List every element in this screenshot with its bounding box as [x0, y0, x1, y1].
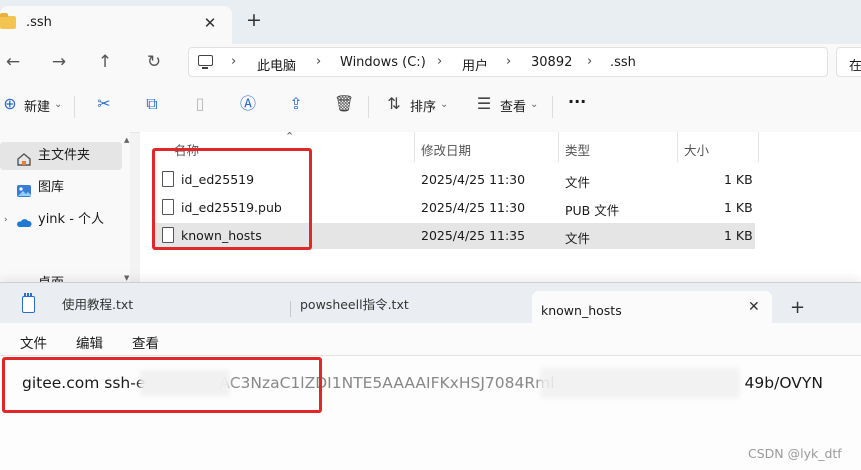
- forward-arrow-icon[interactable]: →: [46, 50, 72, 74]
- column-divider[interactable]: [758, 132, 759, 162]
- more-options-icon[interactable]: ···: [568, 92, 586, 111]
- breadcrumb-user-folder[interactable]: 30892: [531, 55, 572, 70]
- back-arrow-icon[interactable]: ←: [0, 50, 26, 74]
- highlight-box-content: [2, 357, 322, 413]
- file-modified: 2025/4/25 11:30: [421, 200, 526, 215]
- close-tab-icon[interactable]: ✕: [748, 299, 760, 315]
- close-tab-icon[interactable]: ✕: [200, 13, 220, 33]
- onedrive-cloud-icon: [16, 213, 32, 227]
- file-modified: 2025/4/25 11:30: [421, 172, 526, 187]
- sort-button[interactable]: 排序: [410, 96, 436, 115]
- notepad-menubar: 文件 编辑 查看: [0, 323, 861, 356]
- file-size: 1 KB: [724, 200, 753, 215]
- sort-indicator-icon: ⌃: [285, 130, 295, 143]
- folder-icon: [0, 13, 16, 29]
- notepad-tab-known-hosts[interactable]: known_hosts ✕: [532, 291, 772, 323]
- notepad-tab-tutorial[interactable]: 使用教程.txt: [62, 294, 133, 320]
- column-header-modified[interactable]: 修改日期: [421, 140, 471, 159]
- sidebar-item-home[interactable]: 主文件夹: [0, 142, 122, 170]
- explorer-tab-title: .ssh: [26, 15, 52, 30]
- text-visible-end: 49b/OVYN: [744, 374, 823, 392]
- new-tab-button[interactable]: +: [244, 10, 264, 30]
- toolbar-divider: [368, 96, 369, 118]
- column-header-type[interactable]: 类型: [565, 140, 590, 159]
- new-tab-button[interactable]: +: [790, 297, 805, 318]
- sidebar-item-gallery[interactable]: 图库: [0, 174, 122, 202]
- column-header-size[interactable]: 大小: [684, 140, 709, 159]
- toolbar-divider: [74, 96, 75, 118]
- file-type: PUB 文件: [565, 203, 620, 218]
- column-divider[interactable]: [677, 132, 678, 162]
- sidebar-item-onedrive[interactable]: › yink - 个人: [0, 206, 122, 234]
- sidebar-item-label: 桌面: [38, 270, 64, 282]
- file-type: 文件: [565, 175, 591, 190]
- home-icon: [16, 149, 32, 166]
- address-bar[interactable]: › 此电脑 › Windows (C:) › 用户 › 30892 › .ssh: [188, 47, 828, 77]
- tab-divider: [290, 301, 291, 317]
- file-modified: 2025/4/25 11:35: [421, 228, 526, 243]
- notepad-tab-label: known_hosts: [541, 303, 622, 318]
- breadcrumb-separator: ›: [587, 54, 593, 69]
- breadcrumb-separator: ›: [316, 54, 322, 69]
- menu-file[interactable]: 文件: [20, 332, 47, 352]
- command-toolbar: ⊕ 新建 ⌄ ✂ ⧉ ▯ Ⓐ ⇪ 🗑 ⇅ 排序 ⌄ ☰ 查看 ⌄ ···: [0, 80, 861, 133]
- menu-view[interactable]: 查看: [132, 332, 159, 352]
- share-icon[interactable]: ⇪: [286, 94, 306, 114]
- breadcrumb-separator: ›: [506, 54, 512, 69]
- sort-icon: ⇅: [387, 94, 401, 113]
- watermark: CSDN @lyk_dtf: [748, 446, 842, 461]
- chevron-down-icon: ⌄: [54, 99, 63, 110]
- scroll-up-icon[interactable]: ▲: [124, 136, 129, 144]
- notepad-titlebar: 使用教程.txt powsheell指令.txt known_hosts ✕ +: [0, 283, 861, 323]
- copy-icon[interactable]: ⧉: [142, 94, 162, 114]
- refresh-icon[interactable]: ↻: [141, 50, 167, 74]
- view-button[interactable]: 查看: [500, 96, 526, 115]
- view-icon: ☰: [476, 94, 492, 113]
- breadcrumb-ssh[interactable]: .ssh: [610, 55, 636, 70]
- sidebar-item-label: yink - 个人: [38, 212, 105, 227]
- notepad-app-icon: [22, 293, 35, 313]
- file-size: 1 KB: [724, 228, 753, 243]
- redaction-blur: [540, 368, 740, 398]
- column-divider[interactable]: [558, 132, 559, 162]
- delete-icon[interactable]: 🗑: [334, 94, 354, 114]
- cut-icon[interactable]: ✂: [94, 94, 114, 114]
- navigation-bar: ← → ↑ ↻ › 此电脑 › Windows (C:) › 用户 › 3089…: [0, 44, 861, 80]
- chevron-down-icon: ⌄: [440, 99, 449, 110]
- navigation-pane: 主文件夹 图库 › yink - 个人 桌面: [0, 132, 130, 282]
- highlight-box-files: [152, 148, 312, 250]
- notepad-tab-powershell[interactable]: powsheell指令.txt: [300, 294, 409, 320]
- chevron-down-icon: ⌄: [530, 99, 539, 110]
- column-divider[interactable]: [414, 132, 415, 162]
- sidebar-scrollbar[interactable]: ▲ ▼: [124, 132, 130, 282]
- toolbar-divider: [552, 96, 553, 118]
- rename-icon[interactable]: Ⓐ: [238, 94, 258, 114]
- search-partial-text: 在: [849, 59, 861, 74]
- menu-edit[interactable]: 编辑: [76, 332, 103, 352]
- computer-icon: [198, 55, 213, 69]
- sidebar-item-label: 主文件夹: [38, 148, 91, 163]
- breadcrumb-separator: ›: [437, 54, 443, 69]
- file-size: 1 KB: [724, 172, 753, 187]
- new-button[interactable]: 新建: [24, 96, 50, 115]
- breadcrumb-separator: ›: [231, 54, 237, 69]
- paste-icon[interactable]: ▯: [190, 94, 210, 114]
- explorer-tab-ssh[interactable]: .ssh ✕: [0, 6, 232, 44]
- sidebar-item-desktop[interactable]: 桌面: [0, 270, 122, 282]
- search-box[interactable]: 在: [836, 47, 861, 77]
- breadcrumb-this-pc[interactable]: 此电脑: [257, 55, 296, 74]
- file-type: 文件: [565, 231, 591, 246]
- breadcrumb-drive-c[interactable]: Windows (C:): [340, 55, 426, 70]
- up-arrow-icon[interactable]: ↑: [92, 50, 118, 74]
- scroll-down-icon[interactable]: ▼: [124, 274, 129, 282]
- new-plus-icon: ⊕: [3, 94, 17, 113]
- breadcrumb-users[interactable]: 用户: [462, 55, 488, 74]
- gallery-icon: [16, 181, 32, 197]
- sidebar-item-label: 图库: [38, 180, 65, 195]
